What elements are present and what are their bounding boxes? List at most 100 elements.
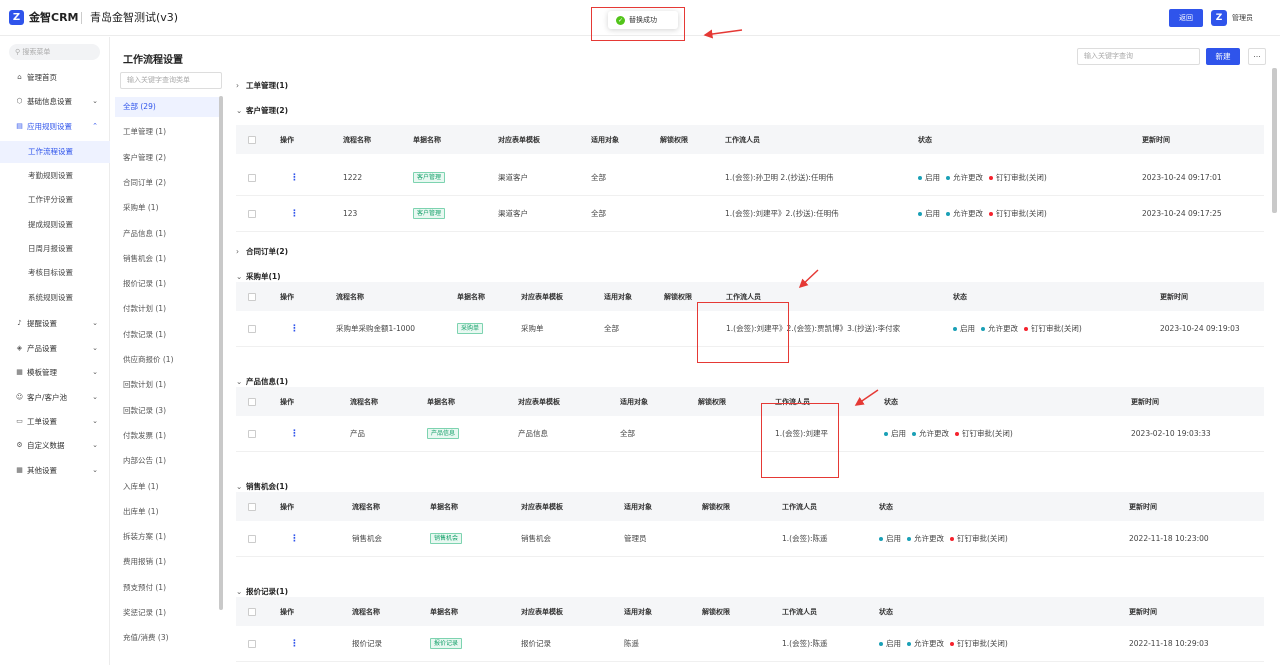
- row-checkbox[interactable]: [248, 324, 256, 333]
- column-header: 更新时间: [1131, 397, 1159, 406]
- sidebar-sub-workflow[interactable]: 工作流程设置: [0, 141, 110, 163]
- user-avatar[interactable]: Z: [1211, 10, 1227, 26]
- group-title[interactable]: ⌄ 采购单(1): [236, 271, 281, 282]
- chevron-down-icon[interactable]: ⌄: [236, 106, 246, 115]
- category-item[interactable]: 合同订单 (2): [115, 173, 222, 193]
- more-button[interactable]: ...: [1248, 48, 1266, 65]
- category-item[interactable]: 付款记录 (1): [115, 325, 222, 345]
- category-item[interactable]: 采购单 (1): [115, 198, 222, 218]
- group-title[interactable]: ⌄ 客户管理(2): [236, 105, 288, 116]
- category-item[interactable]: 付款计划 (1): [115, 299, 222, 319]
- sidebar-sub-scoring[interactable]: 工作评分设置: [0, 189, 110, 211]
- select-all-checkbox[interactable]: [248, 135, 256, 144]
- doc-tag: 客户管理: [413, 208, 446, 219]
- more-actions-icon[interactable]: ⋮: [290, 209, 299, 219]
- table-row[interactable]: ⋮ 产品 产品信息 产品信息 全部 1.(会签):刘建平 启用 允许更改 钉钉审批(关闭) 202…: [236, 416, 1264, 452]
- more-actions-icon[interactable]: ⋮: [290, 324, 299, 334]
- new-button[interactable]: 新建: [1206, 48, 1240, 65]
- category-item[interactable]: 供应商报价 (1): [115, 350, 222, 370]
- category-item[interactable]: 入库单 (1): [115, 477, 222, 497]
- group-title[interactable]: › 合同订单(2): [236, 246, 288, 257]
- sidebar-item-label: 基础信息设置: [27, 96, 72, 106]
- chevron-down-icon[interactable]: ⌄: [236, 482, 246, 491]
- status-dot-icon: [912, 431, 916, 436]
- annotation-box: [697, 302, 789, 363]
- custom-icon: ⚙: [16, 441, 23, 449]
- category-item[interactable]: 充值/消费 (3): [115, 628, 222, 648]
- chevron-right-icon[interactable]: ›: [236, 81, 246, 90]
- row-checkbox[interactable]: [248, 429, 256, 438]
- user-name[interactable]: 管理员: [1232, 13, 1253, 23]
- category-item[interactable]: 工单管理 (1): [115, 122, 222, 142]
- category-item[interactable]: 回款计划 (1): [115, 375, 222, 395]
- more-actions-icon[interactable]: ⋮: [290, 639, 299, 649]
- category-scrollbar[interactable]: [219, 96, 223, 610]
- category-item[interactable]: 回款记录 (3): [115, 401, 222, 421]
- table-row[interactable]: ⋮ 报价记录 报价记录 报价记录 陈遥 1.(会签):陈遥 启用 允许更改 钉钉审批(关闭) 20…: [236, 626, 1264, 662]
- row-checkbox[interactable]: [248, 639, 256, 648]
- row-checkbox[interactable]: [248, 534, 256, 543]
- sidebar-item-templates[interactable]: ▦ 模板管理 ⌄: [0, 361, 110, 383]
- back-button[interactable]: 返回: [1169, 9, 1203, 27]
- grid-icon: ▦: [16, 466, 23, 474]
- category-item[interactable]: 费用报销 (1): [115, 552, 222, 572]
- sidebar-item-products[interactable]: ◈ 产品设置 ⌄: [0, 337, 110, 359]
- table-row[interactable]: ⋮ 销售机会 销售机会 销售机会 管理员 1.(会签):陈遥 启用 允许更改 钉钉审批(关闭) 2…: [236, 521, 1264, 557]
- select-all-checkbox[interactable]: [248, 397, 256, 406]
- row-checkbox[interactable]: [248, 209, 256, 218]
- category-item[interactable]: 预支预付 (1): [115, 578, 222, 598]
- select-all-checkbox[interactable]: [248, 502, 256, 511]
- update-time: 2023-10-24 09:19:03: [1160, 324, 1240, 333]
- sidebar-item-custom-data[interactable]: ⚙ 自定义数据 ⌄: [0, 434, 110, 456]
- group-title[interactable]: ⌄ 销售机会(1): [236, 481, 288, 492]
- select-all-checkbox[interactable]: [248, 607, 256, 616]
- group-title[interactable]: › 工单管理(1): [236, 80, 288, 91]
- sidebar-item-customers[interactable]: ☺ 客户/客户池 ⌄: [0, 386, 110, 408]
- sidebar-sub-reports[interactable]: 日周月报设置: [0, 238, 110, 260]
- sidebar-item-basic-info[interactable]: ⬡ 基础信息设置 ⌄: [0, 90, 110, 112]
- more-actions-icon[interactable]: ⋮: [290, 429, 299, 439]
- sidebar-item-other[interactable]: ▦ 其他设置 ⌄: [0, 459, 110, 481]
- sidebar-item-reminders[interactable]: ♪ 提醒设置 ⌄: [0, 312, 110, 334]
- bell-icon: ♪: [17, 319, 22, 327]
- row-checkbox[interactable]: [248, 173, 256, 182]
- category-search-input[interactable]: 输入关键字查询类单: [120, 72, 222, 89]
- sidebar-sub-targets[interactable]: 考核目标设置: [0, 262, 110, 284]
- group-title[interactable]: ⌄ 报价记录(1): [236, 586, 288, 597]
- column-header: 对应表单模板: [521, 607, 563, 616]
- status-item: 钉钉审批(关闭): [989, 172, 1047, 183]
- chevron-down-icon[interactable]: ⌄: [236, 272, 246, 281]
- status-label: 启用: [891, 429, 906, 438]
- sidebar-item-home[interactable]: ⌂ 管理首页: [0, 66, 110, 88]
- more-actions-icon[interactable]: ⋮: [290, 534, 299, 544]
- category-item[interactable]: 客户管理 (2): [115, 148, 222, 168]
- category-item[interactable]: 付款发票 (1): [115, 426, 222, 446]
- category-item[interactable]: 报价记录 (1): [115, 274, 222, 294]
- table-row[interactable]: ⋮ 123 客户管理 渠道客户 全部 1.(会签):刘建平》2.(抄送):任明伟 启用 允许更…: [236, 196, 1264, 232]
- sidebar-item-app-rules[interactable]: ▤ 应用规则设置 ⌃: [0, 115, 110, 137]
- more-actions-icon[interactable]: ⋮: [290, 173, 299, 183]
- chevron-right-icon[interactable]: ›: [236, 247, 246, 256]
- sidebar-sub-attendance[interactable]: 考勤规则设置: [0, 165, 110, 187]
- category-item[interactable]: 出库单 (1): [115, 502, 222, 522]
- sidebar-item-tickets[interactable]: ▭ 工单设置 ⌄: [0, 410, 110, 432]
- category-item[interactable]: 销售机会 (1): [115, 249, 222, 269]
- main-scrollbar[interactable]: [1272, 68, 1277, 213]
- category-item[interactable]: 拆装方案 (1): [115, 527, 222, 547]
- chevron-down-icon[interactable]: ⌄: [236, 587, 246, 596]
- status-label: 启用: [886, 639, 901, 648]
- group-title[interactable]: ⌄ 产品信息(1): [236, 376, 288, 387]
- chevron-down-icon[interactable]: ⌄: [236, 377, 246, 386]
- category-item[interactable]: 奖惩记录 (1): [115, 603, 222, 623]
- table-row[interactable]: ⋮ 1222 客户管理 渠道客户 全部 1.(会签):孙卫明 2.(抄送):任明伟 启用 允许…: [236, 160, 1264, 196]
- status-label: 允许更改: [919, 429, 949, 438]
- category-item[interactable]: 内部公告 (1): [115, 451, 222, 471]
- workflow-search-input[interactable]: 输入关键字查询: [1077, 48, 1200, 65]
- select-all-checkbox[interactable]: [248, 292, 256, 301]
- sidebar-sub-commission[interactable]: 提成规则设置: [0, 214, 110, 236]
- category-item[interactable]: 全部 (29): [115, 97, 222, 117]
- sidebar-sub-system[interactable]: 系统规则设置: [0, 287, 110, 309]
- menu-search-input[interactable]: ⚲ 搜索菜单: [9, 44, 100, 60]
- category-item[interactable]: 产品信息 (1): [115, 224, 222, 244]
- status-item: 启用: [953, 323, 975, 334]
